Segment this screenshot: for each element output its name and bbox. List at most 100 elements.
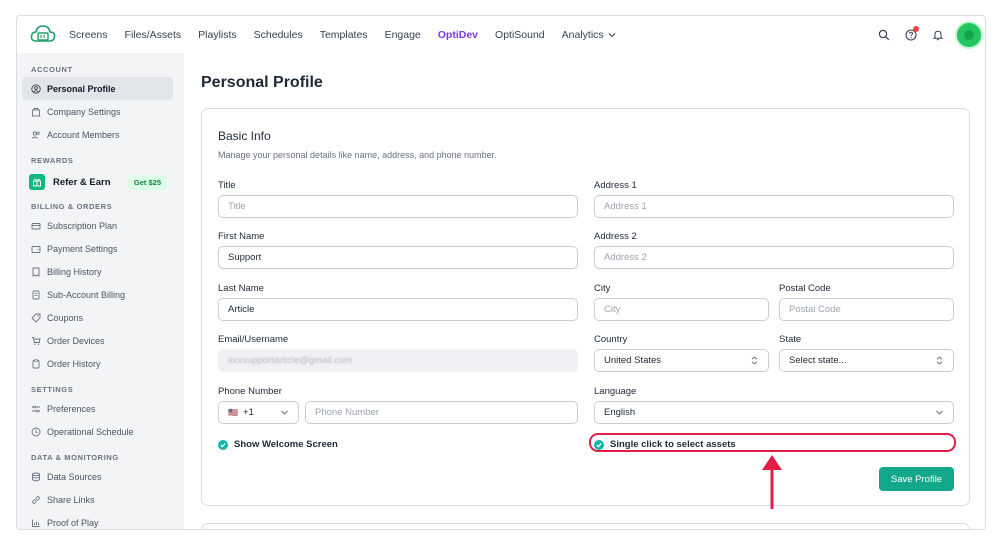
city-label: City <box>594 283 611 294</box>
sidebar-item-subscription-plan[interactable]: Subscription Plan <box>22 214 173 237</box>
phone-field: Phone Number 🇺🇸 +1 Phone Number <box>218 386 578 424</box>
last-name-input[interactable]: Article <box>218 298 578 321</box>
nav-screens[interactable]: Screens <box>69 29 108 41</box>
sidebar-item-order-devices[interactable]: Order Devices <box>22 329 173 352</box>
address1-label: Address 1 <box>594 180 637 191</box>
nav-optidev[interactable]: OptiDev <box>438 29 478 41</box>
nav-schedules[interactable]: Schedules <box>254 29 303 41</box>
title-input[interactable]: Title <box>218 195 578 218</box>
sidebar-item-share-links[interactable]: Share Links <box>22 488 173 511</box>
sidebar-item-refer-earn[interactable]: Refer & Earn Get $25 <box>22 169 173 195</box>
chevron-down-icon <box>280 408 289 417</box>
notification-dot <box>913 25 919 32</box>
chevron-updown-icon <box>935 356 944 365</box>
notifications-button[interactable] <box>924 22 951 49</box>
email-input: xxxsupportarticle@gmail.com <box>218 349 578 372</box>
sidebar-item-payment-settings[interactable]: Payment Settings <box>22 237 173 260</box>
app-window: Screens Files/Assets Playlists Schedules… <box>16 15 986 530</box>
sidebar-item-operational-schedule[interactable]: Operational Schedule <box>22 420 173 443</box>
address2-label: Address 2 <box>594 231 637 242</box>
receipt-icon <box>31 267 41 277</box>
sidebar-item-preferences[interactable]: Preferences <box>22 397 173 420</box>
language-select[interactable]: English <box>594 401 954 424</box>
sidebar-item-personal-profile[interactable]: Personal Profile <box>22 77 173 100</box>
sidebar-item-label: Order Devices <box>47 335 105 346</box>
nav-engage[interactable]: Engage <box>385 29 421 41</box>
sidebar-section-account: ACCOUNT <box>31 64 73 74</box>
search-icon <box>878 29 889 41</box>
country-value: United States <box>604 355 662 366</box>
cart-icon <box>31 336 41 346</box>
sidebar-item-label: Operational Schedule <box>47 426 134 437</box>
country-field: Country United States <box>594 334 769 372</box>
clock-icon <box>31 427 41 437</box>
postal-code-input[interactable]: Postal Code <box>779 298 954 321</box>
sidebar-item-label: Data Sources <box>47 471 102 482</box>
country-label: Country <box>594 334 628 345</box>
sidebar-item-sub-account-billing[interactable]: Sub-Account Billing <box>22 283 173 306</box>
sidebar-item-proof-of-play[interactable]: Proof of Play <box>22 511 173 529</box>
sidebar-item-label: Company Settings <box>47 106 121 117</box>
building-icon <box>31 107 41 117</box>
document-icon <box>31 290 41 300</box>
sidebar-item-label: Payment Settings <box>47 243 118 254</box>
sidebar-item-company-settings[interactable]: Company Settings <box>22 100 173 123</box>
sidebar-item-label: Preferences <box>47 403 96 414</box>
save-profile-button[interactable]: Save Profile <box>879 467 954 491</box>
user-circle-icon <box>31 83 41 94</box>
nav-optisound[interactable]: OptiSound <box>495 29 545 41</box>
sidebar-item-coupons[interactable]: Coupons <box>22 306 173 329</box>
chevron-down-icon <box>935 408 944 417</box>
wallet-icon <box>31 244 41 254</box>
sidebar-item-account-members[interactable]: Account Members <box>22 123 173 146</box>
sidebar-section-settings: SETTINGS <box>31 384 74 394</box>
first-name-input[interactable]: Support <box>218 246 578 269</box>
sidebar-section-data-monitoring: DATA & MONITORING <box>31 452 119 462</box>
state-value: Select state... <box>789 355 847 366</box>
country-select[interactable]: United States <box>594 349 769 372</box>
phone-number-input[interactable]: Phone Number <box>305 401 578 424</box>
title-field: Title Title <box>218 180 578 218</box>
nav-files-assets[interactable]: Files/Assets <box>125 29 182 41</box>
clipboard-icon <box>31 358 41 369</box>
sidebar-section-billing: BILLING & ORDERS <box>31 201 113 211</box>
country-code-value: +1 <box>242 407 254 418</box>
sidebar-item-label: Billing History <box>47 266 102 277</box>
nav-analytics[interactable]: Analytics <box>562 29 616 41</box>
top-navigation: Screens Files/Assets Playlists Schedules… <box>17 16 985 53</box>
sidebar-item-label: Personal Profile <box>47 83 116 94</box>
city-field: City City <box>594 283 769 321</box>
us-flag-icon: 🇺🇸 <box>228 408 238 417</box>
address1-input[interactable]: Address 1 <box>594 195 954 218</box>
nav-templates[interactable]: Templates <box>320 29 368 41</box>
get-25-badge: Get $25 <box>127 174 167 190</box>
sidebar-item-billing-history[interactable]: Billing History <box>22 260 173 283</box>
country-code-select[interactable]: 🇺🇸 +1 <box>218 401 299 424</box>
nav-playlists[interactable]: Playlists <box>198 29 237 41</box>
highlight-outline <box>589 433 956 452</box>
sidebar-item-data-sources[interactable]: Data Sources <box>22 465 173 488</box>
address2-input[interactable]: Address 2 <box>594 246 954 269</box>
language-field: Language English <box>594 386 954 424</box>
card-description: Manage your personal details like name, … <box>218 150 497 160</box>
sidebar-item-label: Proof of Play <box>47 517 99 528</box>
state-label: State <box>779 334 802 345</box>
check-circle-icon <box>218 439 228 450</box>
chevron-updown-icon <box>750 356 759 365</box>
sidebar-item-label: Share Links <box>47 494 95 505</box>
show-welcome-checkbox[interactable]: Show Welcome Screen <box>218 439 338 450</box>
user-avatar[interactable] <box>957 23 981 47</box>
sidebar-item-order-history[interactable]: Order History <box>22 352 173 375</box>
sidebar-item-label: Coupons <box>47 312 84 323</box>
state-select[interactable]: Select state... <box>779 349 954 372</box>
last-name-label: Last Name <box>218 283 264 294</box>
help-button[interactable] <box>897 22 924 49</box>
chart-icon <box>31 518 41 528</box>
postal-code-label: Postal Code <box>779 283 831 294</box>
cloud-logo-icon[interactable] <box>30 23 56 45</box>
refer-earn-label: Refer & Earn <box>53 176 111 188</box>
search-button[interactable] <box>870 22 897 49</box>
email-label: Email/Username <box>218 334 289 345</box>
city-input[interactable]: City <box>594 298 769 321</box>
next-card <box>201 523 970 529</box>
